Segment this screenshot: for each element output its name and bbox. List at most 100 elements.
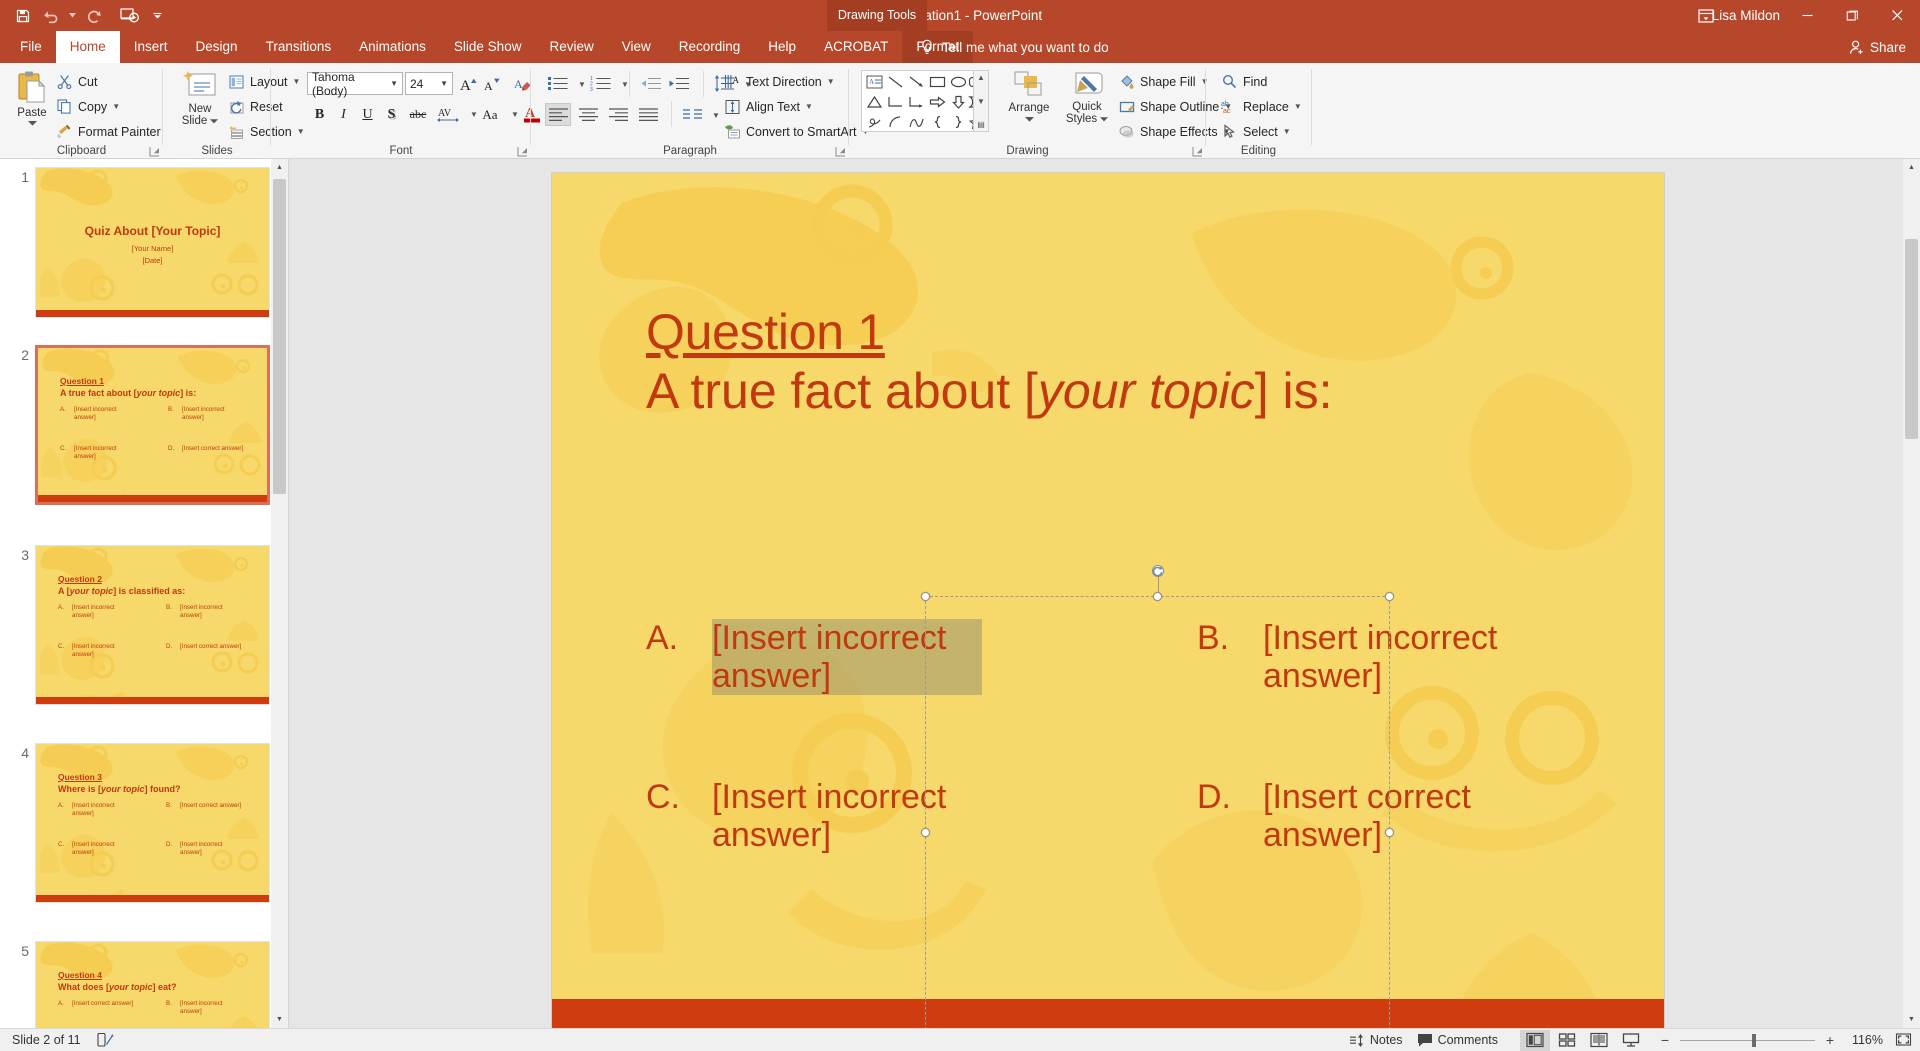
- ribbon-tab-home[interactable]: Home: [55, 31, 120, 63]
- numbering-dropdown-icon[interactable]: ▼: [621, 80, 629, 89]
- left-brace-shape-icon[interactable]: [927, 112, 948, 131]
- resize-handle-top-center[interactable]: [1152, 592, 1162, 601]
- slideshow-view-button[interactable]: [1616, 1030, 1646, 1051]
- font-size-dropdown-icon[interactable]: ▼: [440, 79, 448, 88]
- text-box-shape-icon[interactable]: A: [864, 72, 885, 91]
- minimize-icon[interactable]: [1785, 0, 1830, 31]
- ribbon-tab-design[interactable]: Design: [182, 31, 252, 63]
- redo-icon[interactable]: [81, 3, 107, 29]
- arrange-button[interactable]: Arrange: [1001, 70, 1057, 122]
- zoom-in-button[interactable]: +: [1823, 1032, 1837, 1048]
- align-left-button[interactable]: [545, 103, 571, 126]
- text-direction-dropdown-icon[interactable]: ▼: [827, 77, 835, 86]
- rotation-handle[interactable]: [1151, 564, 1165, 578]
- resize-handle-middle-right[interactable]: [1385, 828, 1394, 837]
- arrange-dropdown-icon[interactable]: [1024, 117, 1034, 122]
- zoom-slider[interactable]: [1680, 1030, 1815, 1051]
- restore-icon[interactable]: [1830, 0, 1875, 31]
- cut-button[interactable]: Cut: [55, 72, 97, 91]
- change-case-dropdown-icon[interactable]: ▼: [511, 110, 519, 119]
- gallery-scroll-down-icon[interactable]: ▼: [977, 97, 985, 106]
- gallery-scroll-up-icon[interactable]: ▲: [977, 73, 985, 82]
- align-text-button[interactable]: Align Text ▼: [723, 97, 813, 116]
- ribbon-tab-insert[interactable]: Insert: [120, 31, 182, 63]
- slide-editing-area[interactable]: Question 1 A true fact about [your topic…: [290, 159, 1920, 1028]
- slide-thumbnail-2[interactable]: Question 1 A true fact about [your topic]…: [35, 345, 270, 505]
- shapes-gallery-scrollbar[interactable]: ▲ ▼ ▤: [973, 71, 988, 131]
- zoom-out-button[interactable]: −: [1658, 1032, 1672, 1048]
- quick-styles-dropdown-icon[interactable]: [1100, 116, 1109, 122]
- tell-me-search[interactable]: Tell me what you want to do: [920, 31, 1109, 63]
- slide-title-placeholder[interactable]: Question 1: [646, 306, 1546, 359]
- paste-dropdown-icon[interactable]: [27, 121, 37, 126]
- slide-thumbnail-pane[interactable]: 1 Quiz About [Your Topic] [Your Name] [Date…: [0, 159, 289, 1028]
- bullets-dropdown-icon[interactable]: ▼: [578, 80, 586, 89]
- align-text-dropdown-icon[interactable]: ▼: [805, 102, 813, 111]
- resize-handle-middle-left[interactable]: [921, 828, 930, 837]
- decrease-indent-button[interactable]: [638, 72, 664, 95]
- quick-styles-button[interactable]: Quick Styles: [1059, 70, 1115, 125]
- shape-fill-button[interactable]: Shape Fill ▼: [1117, 72, 1209, 91]
- increase-indent-button[interactable]: [666, 72, 692, 95]
- customize-quick-access-toolbar-icon[interactable]: [151, 3, 164, 29]
- bullets-button[interactable]: [545, 72, 571, 95]
- align-right-button[interactable]: [605, 103, 631, 126]
- resize-handle-top-left[interactable]: [921, 592, 930, 601]
- start-slideshow-icon[interactable]: [116, 3, 142, 29]
- slide-scroll-thumb[interactable]: [1905, 239, 1918, 439]
- slide-thumbnail-1[interactable]: Quiz About [Your Topic] [Your Name] [Date]: [35, 167, 270, 318]
- ribbon-tab-slide-show[interactable]: Slide Show: [440, 31, 536, 63]
- elbow-arrow-connector-icon[interactable]: [906, 92, 927, 111]
- line-shape-icon[interactable]: [885, 72, 906, 91]
- ribbon-tab-review[interactable]: Review: [535, 31, 607, 63]
- gallery-more-icon[interactable]: ▤: [977, 120, 985, 129]
- slide-thumbnail-3[interactable]: Question 2 A [your topic] is classified a…: [35, 545, 270, 705]
- slide-thumbnail-5[interactable]: Question 4 What does [your topic] eat? A. […: [35, 941, 270, 1028]
- comments-button[interactable]: Comments: [1417, 1033, 1498, 1047]
- thumbnail-pane-scrollbar[interactable]: ▲ ▼: [271, 159, 288, 1028]
- zoom-slider-knob[interactable]: [1752, 1033, 1756, 1047]
- text-shadow-button[interactable]: S: [380, 103, 403, 126]
- curve-shape-icon[interactable]: [906, 112, 927, 131]
- font-size-input[interactable]: 24 ▼: [405, 72, 453, 95]
- text-direction-button[interactable]: A Text Direction ▼: [723, 72, 835, 91]
- numbering-button[interactable]: 123: [588, 72, 614, 95]
- copy-button[interactable]: Copy ▼: [55, 97, 120, 116]
- undo-dropdown-icon[interactable]: [66, 3, 79, 29]
- rectangle-shape-icon[interactable]: [927, 72, 948, 91]
- increase-font-size-button[interactable]: A: [457, 72, 480, 95]
- right-arrow-shape-icon[interactable]: [927, 92, 948, 111]
- columns-button[interactable]: [679, 103, 705, 126]
- thumbnail-scroll-down-icon[interactable]: ▼: [271, 1011, 288, 1028]
- ribbon-tab-animations[interactable]: Animations: [345, 31, 440, 63]
- ribbon-tab-recording[interactable]: Recording: [665, 31, 755, 63]
- new-slide-button[interactable]: New Slide: [171, 70, 229, 127]
- replace-dropdown-icon[interactable]: ▼: [1294, 102, 1302, 111]
- clipboard-dialog-launcher[interactable]: [149, 145, 160, 157]
- arrow-shape-icon[interactable]: [906, 72, 927, 91]
- justify-button[interactable]: [635, 103, 661, 126]
- select-dropdown-icon[interactable]: ▼: [1283, 127, 1291, 136]
- slide-area-scrollbar[interactable]: ▲ ▼: [1903, 159, 1920, 1028]
- ribbon-tab-file[interactable]: File: [6, 31, 56, 63]
- italic-button[interactable]: I: [332, 103, 355, 126]
- slide-thumbnail-4[interactable]: Question 3 Where is [your topic] found? A.…: [35, 743, 270, 903]
- character-spacing-button[interactable]: AV: [434, 103, 464, 126]
- accessibility-checker-icon[interactable]: [97, 1032, 114, 1048]
- elbow-connector-icon[interactable]: [885, 92, 906, 111]
- resize-handle-top-right[interactable]: [1385, 592, 1394, 601]
- triangle-shape-icon[interactable]: [864, 92, 885, 111]
- replace-button[interactable]: ab ac Replace ▼: [1220, 97, 1302, 116]
- shapes-gallery[interactable]: A ▲ ▼ ▤: [861, 70, 989, 132]
- close-icon[interactable]: [1875, 0, 1920, 31]
- notes-button[interactable]: Notes: [1349, 1033, 1403, 1048]
- slide-scroll-up-icon[interactable]: ▲: [1903, 159, 1920, 176]
- font-dialog-launcher[interactable]: [517, 145, 528, 157]
- copy-dropdown-icon[interactable]: ▼: [112, 102, 120, 111]
- underline-button[interactable]: U: [356, 103, 379, 126]
- slide-question-text[interactable]: A true fact about [your topic] is:: [646, 365, 1646, 418]
- change-case-button[interactable]: Aa: [476, 103, 504, 126]
- paragraph-dialog-launcher[interactable]: [835, 145, 846, 157]
- save-icon[interactable]: [10, 3, 36, 29]
- arc-shape-icon[interactable]: [885, 112, 906, 131]
